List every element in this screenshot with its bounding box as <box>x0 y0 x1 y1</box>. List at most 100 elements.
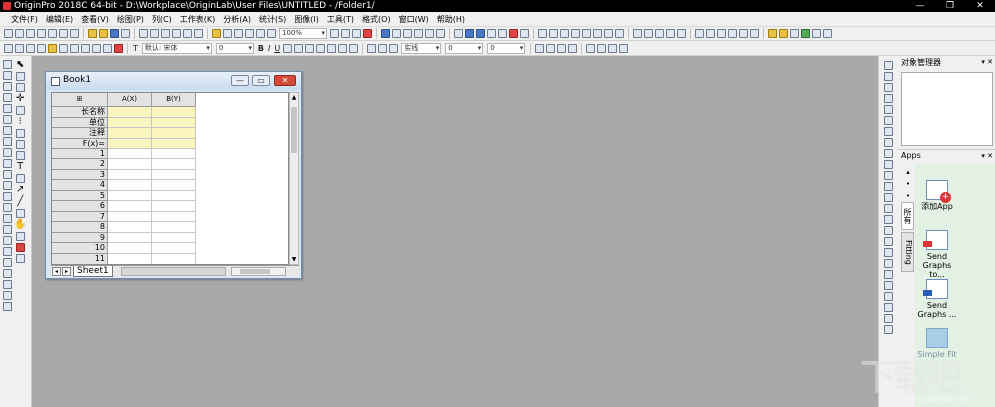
data-cell[interactable] <box>108 222 152 233</box>
meta-row-comments[interactable]: 注释 <box>52 128 108 139</box>
group-column-icon[interactable] <box>677 29 686 38</box>
menu-file[interactable]: 文件(F) <box>7 12 42 27</box>
worksheet-grid[interactable]: ⊞ A(X) B(Y) 长名称 单位 注释 F(x)= 1 2 3 4 5 6 … <box>51 92 289 265</box>
add-fit-icon[interactable] <box>884 281 893 290</box>
save-template-icon[interactable] <box>121 29 130 38</box>
script-icon[interactable] <box>812 29 821 38</box>
scale-out-icon[interactable] <box>3 82 12 91</box>
print-icon[interactable] <box>161 29 170 38</box>
horizontal-scroll-thumb[interactable] <box>240 269 270 274</box>
menu-tools[interactable]: 工具(T) <box>323 12 358 27</box>
symbol-size-select[interactable]: 0 <box>487 42 526 54</box>
whole-page-icon[interactable] <box>352 29 361 38</box>
copy-page-icon[interactable] <box>183 29 192 38</box>
column-header-b[interactable]: B(Y) <box>152 93 196 107</box>
data-cell[interactable] <box>108 233 152 243</box>
meta-row-formula[interactable]: F(x)= <box>52 139 108 149</box>
new-notes-icon[interactable] <box>59 29 68 38</box>
image-tool-icon[interactable] <box>15 254 25 263</box>
zoom-rect-icon[interactable] <box>15 83 25 92</box>
layer-contents-icon[interactable] <box>425 29 434 38</box>
fill-color-icon[interactable] <box>378 43 388 53</box>
menu-statistics[interactable]: 统计(S) <box>255 12 290 27</box>
rescale-tool-icon[interactable] <box>3 93 12 102</box>
row-header[interactable]: 5 <box>52 191 108 201</box>
font-select[interactable]: 默认: 宋体 <box>141 42 212 54</box>
screen-reader-icon[interactable] <box>3 104 12 113</box>
learning-center-icon[interactable] <box>801 29 810 38</box>
tab-all[interactable]: 所有 <box>901 202 914 230</box>
add-date-icon[interactable] <box>884 226 893 235</box>
insert-object-icon[interactable] <box>3 291 12 300</box>
batch-icon[interactable] <box>823 29 832 38</box>
add-polygon-icon[interactable] <box>884 127 893 136</box>
zoom-out-icon[interactable] <box>341 29 350 38</box>
annotate-icon[interactable] <box>3 126 12 135</box>
frame-icon[interactable] <box>15 174 25 183</box>
add-pie-icon[interactable] <box>884 259 893 268</box>
add-table-icon[interactable] <box>884 171 893 180</box>
insert-color-scale-icon[interactable] <box>3 214 12 223</box>
data-cell[interactable] <box>152 201 196 212</box>
add-text-icon[interactable] <box>884 61 893 70</box>
data-cell[interactable] <box>108 212 152 222</box>
ungroup-icon[interactable] <box>92 43 101 53</box>
add-layer-icon[interactable] <box>363 29 372 38</box>
graph-layer-icon[interactable] <box>381 29 390 38</box>
data-cell[interactable] <box>152 212 196 222</box>
set-values-icon[interactable] <box>615 29 624 38</box>
add-legend-icon[interactable] <box>884 182 893 191</box>
pattern-icon[interactable] <box>389 43 399 53</box>
menu-window[interactable]: 窗口(W) <box>395 12 433 27</box>
data-cell[interactable] <box>108 149 152 159</box>
minimize-button[interactable]: — <box>905 0 935 12</box>
add-arrow-icon[interactable] <box>884 72 893 81</box>
move-down-icon[interactable] <box>717 29 726 38</box>
insert-equation-icon[interactable] <box>3 203 12 212</box>
data-cell[interactable] <box>108 254 152 264</box>
meta-cell[interactable] <box>108 139 152 149</box>
meta-cell[interactable] <box>108 128 152 139</box>
data-cell[interactable] <box>108 159 152 170</box>
data-cell[interactable] <box>108 201 152 212</box>
insert-image-icon[interactable] <box>3 192 12 201</box>
italic-button[interactable]: I <box>268 43 270 54</box>
add-line-icon[interactable] <box>884 83 893 92</box>
hand-tool-icon[interactable]: ✋ <box>14 220 26 230</box>
data-selector-icon[interactable] <box>498 29 507 38</box>
underline-button[interactable]: U <box>274 43 280 54</box>
close-button[interactable]: ✕ <box>965 0 995 12</box>
data-cell[interactable] <box>108 243 152 254</box>
swap-columns-icon[interactable] <box>739 29 748 38</box>
restore-button[interactable]: ❐ <box>935 0 965 12</box>
line-width-select[interactable]: 0 <box>445 42 484 54</box>
y-error-icon[interactable] <box>644 29 653 38</box>
add-rect-icon[interactable] <box>884 105 893 114</box>
send-back-icon[interactable] <box>70 43 79 53</box>
rescale-icon[interactable] <box>392 29 401 38</box>
data-cell[interactable] <box>108 191 152 201</box>
results-log-icon[interactable] <box>223 29 232 38</box>
column-y-icon[interactable] <box>549 29 558 38</box>
insert-notes-icon[interactable] <box>3 280 12 289</box>
regional-mask-icon[interactable] <box>3 148 12 157</box>
bring-front-icon[interactable] <box>59 43 68 53</box>
data-cell[interactable] <box>152 254 196 264</box>
greek-icon[interactable] <box>305 43 315 53</box>
workbook-minimize-button[interactable]: — <box>231 75 249 86</box>
column-z-icon[interactable] <box>560 29 569 38</box>
data-cell[interactable] <box>152 149 196 159</box>
data-reader-icon[interactable] <box>487 29 496 38</box>
region-icon[interactable] <box>15 140 25 149</box>
project-explorer-icon[interactable] <box>212 29 221 38</box>
insert-graph-icon[interactable] <box>3 170 12 179</box>
add-stats-icon[interactable] <box>884 270 893 279</box>
brush-icon[interactable] <box>15 129 25 138</box>
command-window-icon[interactable] <box>234 29 243 38</box>
import-wizard-icon[interactable] <box>150 29 159 38</box>
distribute-icon[interactable] <box>586 43 596 53</box>
label-column-icon[interactable] <box>655 29 664 38</box>
export-graph-icon[interactable] <box>194 29 203 38</box>
digitize-icon[interactable] <box>3 159 12 168</box>
workbook-maximize-button[interactable]: ▭ <box>252 75 270 86</box>
